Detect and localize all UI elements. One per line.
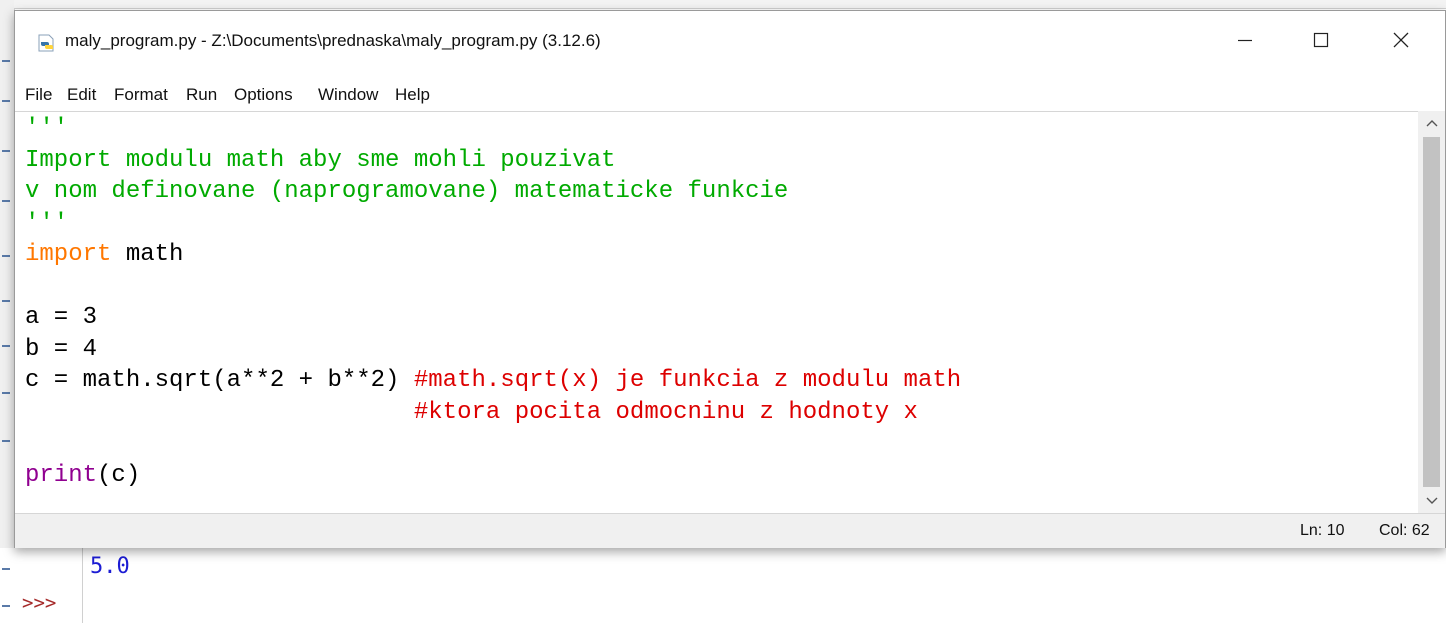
shell-output: 5.0	[90, 554, 130, 579]
status-column-number: Col: 62	[1379, 522, 1430, 539]
code-line: print(c)	[25, 461, 140, 491]
menu-help[interactable]: Help	[395, 85, 430, 105]
menu-edit[interactable]: Edit	[67, 85, 96, 105]
code-line: c = math.sqrt(a**2 + b**2) #math.sqrt(x)…	[25, 366, 961, 396]
code-token-comment: #ktora pocita odmocninu z hodnoty x	[413, 398, 918, 426]
maximize-button[interactable]	[1291, 11, 1351, 69]
code-token-builtin: print	[25, 461, 98, 489]
chevron-down-icon	[1426, 497, 1437, 504]
title-bar[interactable]: maly_program.py - Z:\Documents\prednaska…	[15, 11, 1445, 69]
code-token-default	[25, 399, 414, 426]
menu-run[interactable]: Run	[186, 85, 217, 105]
vertical-scrollbar[interactable]	[1418, 111, 1445, 513]
code-token-default: math	[111, 241, 184, 268]
code-line: Import modulu math aby sme mohli pouziva…	[25, 146, 616, 176]
code-line: import math	[25, 240, 183, 270]
minimize-button[interactable]	[1215, 11, 1275, 69]
code-line: a = 3	[25, 303, 97, 333]
code-token-string: Import modulu math aby sme mohli pouziva…	[25, 146, 616, 174]
scroll-thumb[interactable]	[1423, 137, 1440, 487]
code-token-default: b = 4	[25, 335, 98, 363]
background-window-top	[14, 0, 1446, 9]
close-icon	[1393, 32, 1409, 48]
minimize-icon	[1238, 39, 1252, 42]
code-token-default: a = 3	[25, 304, 98, 331]
scroll-up-button[interactable]	[1418, 111, 1445, 135]
code-token-string: v nom definovane (naprogramovane) matema…	[25, 178, 789, 205]
code-line: '''	[25, 114, 68, 144]
maximize-icon	[1313, 32, 1329, 48]
status-line-number: Ln: 10	[1300, 522, 1345, 539]
menu-format[interactable]: Format	[114, 85, 168, 105]
code-editor[interactable]: ''' Import modulu math aby sme mohli pouz…	[15, 111, 1418, 514]
code-token-string: '''	[25, 115, 69, 142]
python-file-icon	[38, 34, 54, 52]
shell-window	[0, 548, 1446, 623]
window-title: maly_program.py - Z:\Documents\prednaska…	[65, 31, 601, 50]
scroll-down-button[interactable]	[1418, 489, 1445, 513]
code-line: b = 4	[25, 335, 97, 365]
shell-gutter-divider	[82, 548, 83, 623]
close-button[interactable]	[1371, 11, 1431, 69]
code-line: v nom definovane (naprogramovane) matema…	[25, 177, 788, 207]
shell-prompt: >>>	[22, 592, 57, 614]
code-token-default: (c)	[97, 461, 141, 489]
background-window-edge	[0, 0, 15, 623]
code-token-default: c = math.sqrt(a**2 + b**2)	[25, 367, 414, 394]
editor-window: maly_program.py - Z:\Documents\prednaska…	[14, 10, 1446, 548]
code-line: '''	[25, 209, 68, 239]
code-token-string: '''	[25, 209, 69, 237]
code-line: #ktora pocita odmocninu z hodnoty x	[25, 398, 918, 428]
menu-bar: File Edit Format Run Options Window Help	[15, 69, 1445, 111]
code-token-keyword: import	[25, 241, 112, 268]
chevron-up-icon	[1426, 120, 1437, 127]
status-bar: Ln: 10 Col: 62	[15, 513, 1445, 548]
menu-file[interactable]: File	[25, 85, 52, 105]
menu-options[interactable]: Options	[234, 85, 293, 105]
code-token-comment: #math.sqrt(x) je funkcia z modulu math	[413, 367, 962, 394]
menu-window[interactable]: Window	[318, 85, 378, 105]
